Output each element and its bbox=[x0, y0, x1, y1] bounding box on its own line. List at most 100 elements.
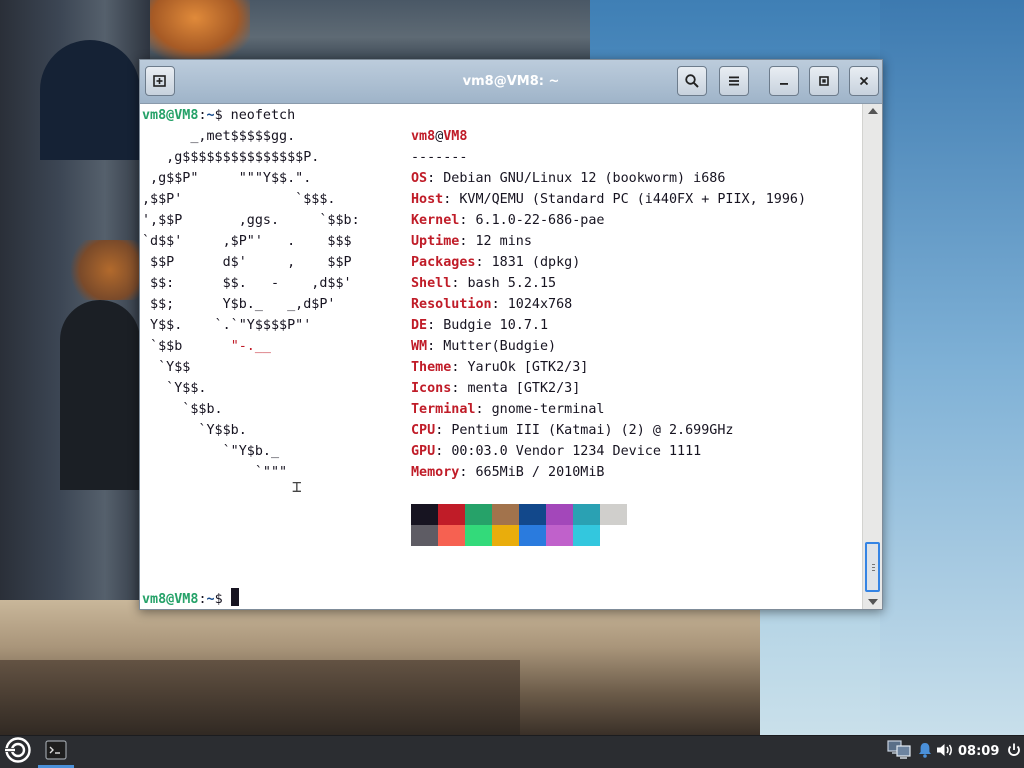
terminal-output[interactable]: vm8@VM8:~$ neofetch _,met$$$$$gg. ,g$$$$… bbox=[140, 104, 862, 609]
maximize-button[interactable] bbox=[809, 66, 839, 96]
maximize-icon bbox=[818, 75, 830, 87]
search-button[interactable] bbox=[677, 66, 707, 96]
color-swatch bbox=[546, 504, 573, 525]
color-swatch bbox=[519, 525, 546, 546]
info-value: 12 mins bbox=[475, 234, 532, 249]
ascii-line: `Y$$b. bbox=[142, 423, 247, 438]
prompt-line[interactable]: vm8@VM8:~$ bbox=[142, 588, 239, 609]
ascii-line: `$$b. bbox=[142, 402, 223, 417]
info-row: Shell: bash 5.2.15 bbox=[411, 276, 557, 291]
info-key: CPU bbox=[411, 423, 436, 438]
network-icon bbox=[887, 739, 913, 765]
info-row: OS: Debian GNU/Linux 12 (bookworm) i686 bbox=[411, 171, 726, 186]
color-swatch bbox=[546, 525, 573, 546]
prompt-separator: : bbox=[198, 592, 207, 607]
info-key: Memory bbox=[411, 465, 460, 480]
color-swatch bbox=[519, 504, 546, 525]
info-row: Packages: 1831 (dpkg) bbox=[411, 255, 581, 270]
wallpaper-arch-upper bbox=[40, 40, 140, 160]
color-swatch bbox=[573, 504, 600, 525]
terminal-window[interactable]: vm8@VM8: ~ vm8@VM8:~$ neofetch _,met$$$$… bbox=[139, 59, 883, 610]
scrollbar-thumb[interactable] bbox=[865, 542, 880, 592]
info-value: gnome-terminal bbox=[491, 402, 605, 417]
color-palette-row bbox=[411, 504, 628, 525]
command-text: neofetch bbox=[222, 108, 296, 123]
ascii-line: `Y$$ bbox=[142, 360, 191, 375]
info-row: Memory: 665MiB / 2010MiB bbox=[411, 465, 605, 480]
power-button[interactable] bbox=[1006, 740, 1022, 764]
info-key: Theme bbox=[411, 360, 452, 375]
grip-icon bbox=[872, 564, 875, 565]
info-key: Uptime bbox=[411, 234, 460, 249]
taskbar-terminal-button[interactable] bbox=[38, 736, 74, 768]
info-key: OS bbox=[411, 171, 428, 186]
info-row: Host: KVM/QEMU (Standard PC (i440FX + PI… bbox=[411, 192, 807, 207]
info-value: 1831 (dpkg) bbox=[491, 255, 581, 270]
notifications-button[interactable] bbox=[917, 740, 933, 764]
menu-button[interactable] bbox=[719, 66, 749, 96]
minimize-icon bbox=[778, 75, 790, 87]
ascii-line: ',$$P ,ggs. `$$b: bbox=[142, 213, 360, 228]
ascii-line: $$; Y$b._ _,d$P' bbox=[142, 297, 336, 312]
info-value: 1024x768 bbox=[507, 297, 573, 312]
terminal-icon bbox=[45, 740, 67, 764]
panel-clock[interactable]: 08:09 bbox=[958, 736, 999, 768]
info-key: Terminal bbox=[411, 402, 476, 417]
close-icon bbox=[858, 75, 870, 87]
info-value: menta [GTK2/3] bbox=[467, 381, 581, 396]
color-swatch bbox=[600, 525, 627, 546]
info-key: Packages bbox=[411, 255, 476, 270]
info-row: Theme: YaruOk [GTK2/3] bbox=[411, 360, 589, 375]
color-swatch bbox=[492, 525, 519, 546]
info-value: Budgie 10.7.1 bbox=[443, 318, 549, 333]
prompt-host: vm8@VM8 bbox=[142, 592, 199, 607]
window-titlebar[interactable]: vm8@VM8: ~ bbox=[140, 60, 882, 104]
bottom-panel: 08:09 bbox=[0, 735, 1024, 768]
ascii-line: ,g$$$$$$$$$$$$$$$P. bbox=[142, 150, 320, 165]
ascii-line: `Y$$. bbox=[142, 381, 207, 396]
hamburger-menu-icon bbox=[727, 74, 741, 88]
terminal-scrollbar[interactable] bbox=[862, 104, 882, 609]
ascii-line: `d$$' ,$P"' . $$$ bbox=[142, 234, 352, 249]
info-row: Icons: menta [GTK2/3] bbox=[411, 381, 581, 396]
user-host-line: vm8@VM8 bbox=[411, 126, 467, 147]
info-key: Icons bbox=[411, 381, 452, 396]
mouse-ibeam-icon: ⌶ bbox=[292, 477, 302, 496]
color-palette-row bbox=[411, 525, 628, 546]
ascii-line: $$: $$. - ,d$$' bbox=[142, 276, 352, 291]
info-key: Resolution bbox=[411, 297, 492, 312]
color-swatch bbox=[438, 504, 465, 525]
color-swatch bbox=[573, 525, 600, 546]
new-tab-icon bbox=[152, 73, 168, 89]
app-menu-button[interactable] bbox=[3, 737, 33, 767]
network-button[interactable] bbox=[887, 740, 913, 764]
new-tab-button[interactable] bbox=[145, 66, 175, 96]
wallpaper-stone-highlight bbox=[140, 0, 250, 60]
info-separator: ------- bbox=[411, 150, 468, 165]
scroll-up-arrow-icon[interactable] bbox=[868, 108, 878, 114]
info-value: 00:03.0 Vendor 1234 Device 1111 bbox=[451, 444, 702, 459]
info-value: KVM/QEMU (Standard PC (i440FX + PIIX, 19… bbox=[459, 192, 807, 207]
color-swatch bbox=[492, 504, 519, 525]
info-row: Uptime: 12 mins bbox=[411, 234, 532, 249]
info-key: Kernel bbox=[411, 213, 460, 228]
color-swatch bbox=[600, 504, 627, 525]
info-key: WM bbox=[411, 339, 428, 354]
info-row: CPU: Pentium III (Katmai) (2) @ 2.699GHz bbox=[411, 423, 734, 438]
prompt-dollar: $ bbox=[214, 108, 223, 123]
volume-button[interactable] bbox=[936, 740, 954, 764]
info-user: vm8 bbox=[411, 129, 436, 144]
info-value: YaruOk [GTK2/3] bbox=[467, 360, 589, 375]
text-cursor bbox=[230, 588, 239, 606]
ascii-line: `$$b "-.__ bbox=[142, 336, 271, 357]
minimize-button[interactable] bbox=[769, 66, 799, 96]
command-line: vm8@VM8:~$ neofetch bbox=[142, 105, 295, 126]
color-swatch bbox=[411, 504, 438, 525]
scroll-down-arrow-icon[interactable] bbox=[868, 599, 878, 605]
close-button[interactable] bbox=[849, 66, 879, 96]
prompt-dollar: $ bbox=[214, 592, 223, 607]
info-row: Resolution: 1024x768 bbox=[411, 297, 573, 312]
wallpaper-warm-light bbox=[70, 240, 150, 300]
ascii-line: ,$$P' `$$$. bbox=[142, 192, 336, 207]
info-key: DE bbox=[411, 318, 428, 333]
